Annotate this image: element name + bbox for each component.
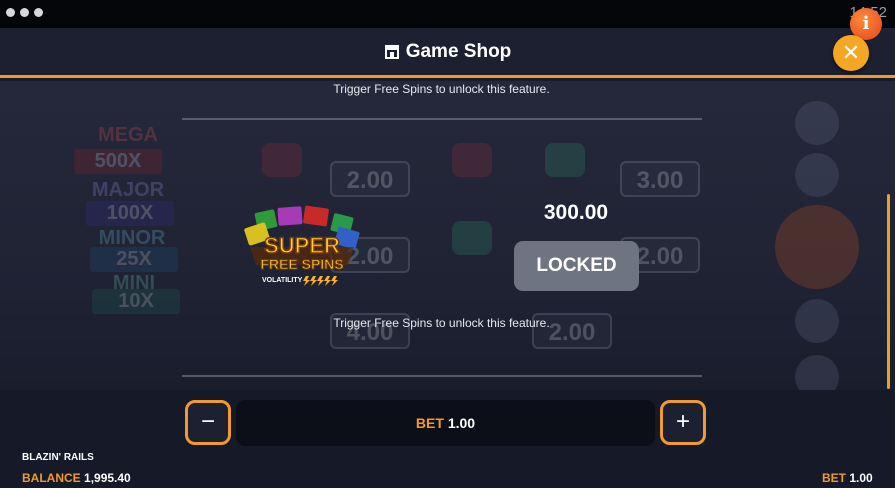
balance-label: BALANCE [22,471,81,485]
dot-icon [34,8,43,17]
item-price: 300.00 [543,201,609,224]
window-dots [6,8,43,17]
side-control [795,153,839,197]
logo-title-2: FREE SPINS [260,256,343,272]
decrease-bet-button[interactable]: − [185,400,231,445]
logo-volatility: VOLATILITY [262,277,303,284]
footer-bet-label: BET [822,471,846,485]
game-background: MEGA 500X MAJOR 100X MINOR 25X MINI 10X … [0,81,895,390]
side-control [795,355,839,390]
jackpot-value: 500X [74,149,162,174]
balance: BALANCE 1,995.40 [22,471,131,485]
bet-display: BET 1.00 [236,400,655,446]
locked-button[interactable]: LOCKED [514,241,639,291]
side-control [775,205,859,289]
reel-value: 3.00 [620,161,700,197]
jackpot-name: MEGA [98,124,158,146]
bet-value: 1.00 [447,415,476,431]
jackpot-value: 10X [92,289,180,314]
game-shop-header: Game Shop [0,28,895,78]
status-bar: 14:52 [0,0,895,28]
dot-icon [20,8,29,17]
plus-icon: + [675,408,690,435]
reel-symbol [452,143,492,177]
reel-symbol [452,221,492,255]
jackpot-value: 25X [90,247,178,272]
shop-icon [384,43,400,65]
balance-value: 1,995.40 [84,471,131,485]
reel-value: 2.00 [330,161,410,197]
footer-bet-value: 1.00 [849,471,873,485]
side-control [795,101,839,145]
reel-symbol [545,143,585,177]
close-icon: ✕ [841,40,861,65]
unlock-message: Trigger Free Spins to unlock this featur… [333,316,550,330]
jackpot-name: MAJOR [91,179,165,201]
super-free-spins-logo: SUPER FREE SPINS VOLATILITY [240,203,364,287]
game-name: BLAZIN' RAILS [22,452,94,463]
minus-icon: − [200,408,215,435]
logo-title-1: SUPER [264,233,340,258]
jackpot-value: 100X [86,201,174,226]
page-title: Game Shop [0,41,895,65]
bet-label: BET [415,415,444,431]
dot-icon [6,8,15,17]
divider [182,375,702,377]
reel-symbol [262,143,302,177]
footer-bet: BET 1.00 [822,471,873,485]
top-unlock-message: Trigger Free Spins to unlock this featur… [333,82,550,96]
title-text: Game Shop [405,41,512,62]
close-button[interactable]: ✕ [833,35,869,71]
divider [182,118,702,120]
increase-bet-button[interactable]: + [660,400,706,445]
volatility-bolts-icon [303,276,338,286]
scrollbar[interactable] [887,194,890,389]
